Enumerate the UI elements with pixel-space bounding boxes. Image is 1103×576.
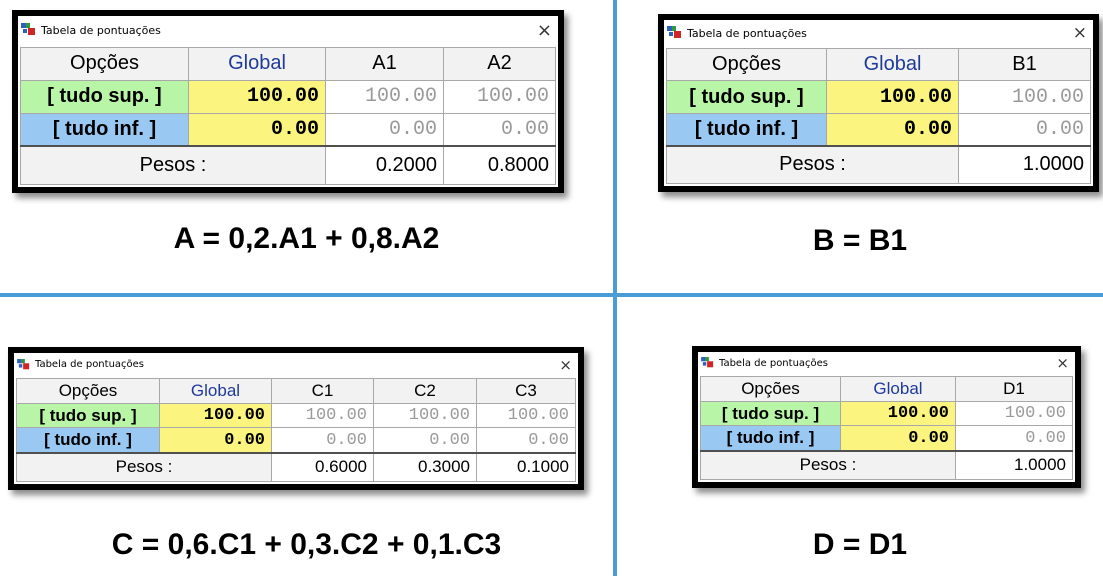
header-opcoes[interactable]: Opções [20, 47, 189, 81]
inf-cell-a1[interactable]: 0.00 [325, 112, 444, 147]
weight-cell-a2[interactable]: 0.8000 [443, 145, 556, 186]
header-criterion-c3[interactable]: C3 [476, 378, 576, 404]
header-criterion-c1[interactable]: C1 [271, 378, 374, 404]
pesos-label: Pesos : [16, 451, 272, 482]
score-table-window-a: Tabela de pontuações × Opções Global A1 … [12, 10, 564, 193]
tudo-sup-button[interactable]: [ tudo sup. ] [16, 402, 160, 429]
score-grid: Opções Global D1 [ tudo sup. ] 100.00 10… [700, 376, 1073, 480]
sup-cell-a2[interactable]: 100.00 [443, 79, 556, 114]
window-titlebar[interactable]: Tabela de pontuações × [14, 353, 578, 376]
global-sup-cell[interactable]: 100.00 [188, 79, 326, 114]
header-criterion-b1[interactable]: B1 [958, 47, 1091, 82]
close-icon[interactable]: × [559, 356, 572, 374]
sup-cell-d1[interactable]: 100.00 [955, 400, 1073, 427]
global-inf-cell[interactable]: 0.00 [159, 427, 272, 454]
global-sup-cell[interactable]: 100.00 [159, 402, 272, 429]
weight-cell-d1[interactable]: 1.0000 [955, 449, 1073, 480]
sup-cell-c1[interactable]: 100.00 [271, 402, 374, 429]
horizontal-divider [0, 293, 1103, 297]
inf-cell-b1[interactable]: 0.00 [958, 112, 1091, 147]
header-global[interactable]: Global [840, 376, 956, 402]
tudo-sup-button[interactable]: [ tudo sup. ] [700, 400, 841, 427]
header-global[interactable]: Global [188, 47, 326, 81]
close-icon[interactable]: × [1056, 354, 1069, 372]
weight-cell-b1[interactable]: 1.0000 [958, 144, 1091, 184]
formula-b: B = B1 [812, 224, 908, 257]
inf-cell-d1[interactable]: 0.00 [955, 425, 1073, 452]
global-inf-cell[interactable]: 0.00 [826, 112, 959, 147]
window-title: Tabela de pontuações [35, 359, 145, 370]
sup-cell-a1[interactable]: 100.00 [325, 79, 444, 114]
app-icon [701, 357, 715, 369]
tudo-sup-button[interactable]: [ tudo sup. ] [666, 80, 827, 114]
weight-cell-c3[interactable]: 0.1000 [476, 451, 576, 482]
window-titlebar[interactable]: Tabela de pontuações × [698, 352, 1075, 374]
close-icon[interactable]: × [1073, 23, 1087, 43]
tudo-sup-button[interactable]: [ tudo sup. ] [20, 79, 189, 114]
window-titlebar[interactable]: Tabela de pontuações × [18, 16, 558, 44]
app-icon [667, 26, 683, 40]
app-icon [21, 23, 37, 37]
tudo-inf-button[interactable]: [ tudo inf. ] [20, 112, 189, 147]
global-inf-cell[interactable]: 0.00 [840, 425, 956, 452]
score-grid: Opções Global B1 [ tudo sup. ] 100.00 10… [666, 47, 1091, 184]
header-opcoes[interactable]: Opções [666, 47, 827, 82]
header-criterion-c2[interactable]: C2 [373, 378, 477, 404]
app-icon [17, 358, 31, 371]
sup-cell-c2[interactable]: 100.00 [373, 402, 477, 429]
weight-cell-a1[interactable]: 0.2000 [325, 145, 444, 186]
weight-cell-c1[interactable]: 0.6000 [271, 451, 374, 482]
tudo-inf-button[interactable]: [ tudo inf. ] [16, 427, 160, 454]
close-icon[interactable]: × [537, 20, 552, 41]
score-table-window-c: Tabela de pontuações × Opções Global C1 … [8, 347, 584, 490]
inf-cell-c1[interactable]: 0.00 [271, 427, 374, 454]
score-grid: Opções Global C1 C2 C3 [ tudo sup. ] 100… [16, 378, 576, 482]
window-title: Tabela de pontuações [719, 357, 829, 369]
header-criterion-a1[interactable]: A1 [325, 47, 444, 81]
header-opcoes[interactable]: Opções [700, 376, 841, 402]
sup-cell-c3[interactable]: 100.00 [476, 402, 576, 429]
window-title: Tabela de pontuações [687, 26, 807, 40]
header-global[interactable]: Global [159, 378, 272, 404]
pesos-label: Pesos : [20, 145, 326, 186]
formula-c: C = 0,6.C1 + 0,3.C2 + 0,1.C3 [111, 528, 502, 561]
header-criterion-d1[interactable]: D1 [955, 376, 1073, 402]
weight-cell-c2[interactable]: 0.3000 [373, 451, 477, 482]
score-grid: Opções Global A1 A2 [ tudo sup. ] 100.00… [20, 47, 556, 186]
inf-cell-c2[interactable]: 0.00 [373, 427, 477, 454]
score-table-window-b: Tabela de pontuações × Opções Global B1 … [658, 14, 1099, 192]
formula-a: A = 0,2.A1 + 0,8.A2 [173, 222, 440, 255]
global-inf-cell[interactable]: 0.00 [188, 112, 326, 147]
header-global[interactable]: Global [826, 47, 959, 82]
tudo-inf-button[interactable]: [ tudo inf. ] [666, 112, 827, 147]
window-titlebar[interactable]: Tabela de pontuações × [664, 20, 1093, 46]
pesos-label: Pesos : [700, 449, 956, 480]
formula-d: D = D1 [812, 528, 908, 561]
pesos-label: Pesos : [666, 144, 959, 184]
inf-cell-a2[interactable]: 0.00 [443, 112, 556, 147]
vertical-divider [613, 0, 617, 576]
window-title: Tabela de pontuações [41, 23, 161, 37]
sup-cell-b1[interactable]: 100.00 [958, 80, 1091, 114]
global-sup-cell[interactable]: 100.00 [826, 80, 959, 114]
header-opcoes[interactable]: Opções [16, 378, 160, 404]
header-criterion-a2[interactable]: A2 [443, 47, 556, 81]
inf-cell-c3[interactable]: 0.00 [476, 427, 576, 454]
tudo-inf-button[interactable]: [ tudo inf. ] [700, 425, 841, 452]
score-table-window-d: Tabela de pontuações × Opções Global D1 … [692, 346, 1081, 488]
global-sup-cell[interactable]: 100.00 [840, 400, 956, 427]
